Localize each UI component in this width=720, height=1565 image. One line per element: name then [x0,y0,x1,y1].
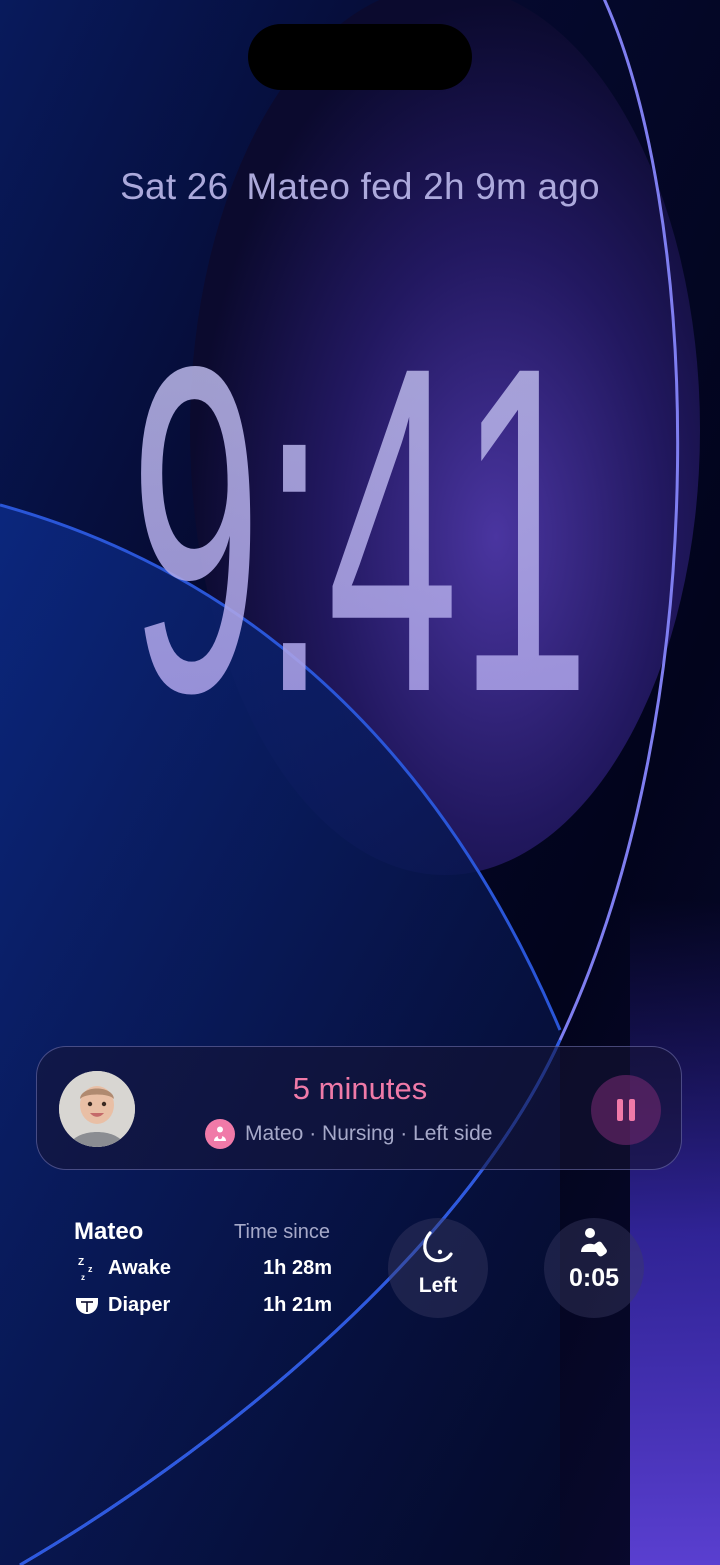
sleep-icon: Z z z [78,1257,93,1281]
awake-label: Awake [108,1256,172,1279]
diaper-icon [76,1298,98,1314]
activity-subtitle: Mateo · Nursing · Left side [245,1122,493,1145]
widget-row-awake: Z z z Awake 1h 28m [74,1252,332,1284]
widget-baby-name: Mateo [74,1218,144,1245]
feeding-side-label: Left [418,1274,458,1297]
pause-icon [617,1099,635,1121]
time-since-widget[interactable]: Mateo Time since Z z z Awake 1h 28m Diap… [74,1214,336,1324]
nursing-icon [205,1119,235,1149]
svg-text:z: z [81,1273,85,1281]
awake-value: 1h 28m [263,1256,332,1279]
svg-text:z: z [88,1264,93,1274]
widget-row-diaper: Diaper 1h 21m [74,1289,332,1321]
dynamic-island [248,24,472,90]
widget-header: Time since [234,1221,330,1243]
clock: 9:41 [130,270,590,720]
feed-timer-widget[interactable]: 0:05 [544,1218,644,1318]
bottle-icon [581,1228,607,1257]
svg-text:Z: Z [78,1257,84,1268]
clock-time: 9:41 [130,270,590,720]
live-activity[interactable]: 5 minutes Mateo · Nursing · Left side [36,1046,682,1170]
feeding-side-widget[interactable]: Left [388,1218,488,1318]
activity-subtitle-row: Mateo · Nursing · Left side [205,1117,492,1151]
diaper-value: 1h 21m [263,1293,332,1316]
feed-timer-label: 0:05 [568,1264,620,1292]
breast-icon [423,1231,453,1263]
pause-button[interactable] [591,1075,661,1145]
diaper-label: Diaper [108,1293,171,1316]
activity-timer: 5 minutes [292,1071,428,1106]
